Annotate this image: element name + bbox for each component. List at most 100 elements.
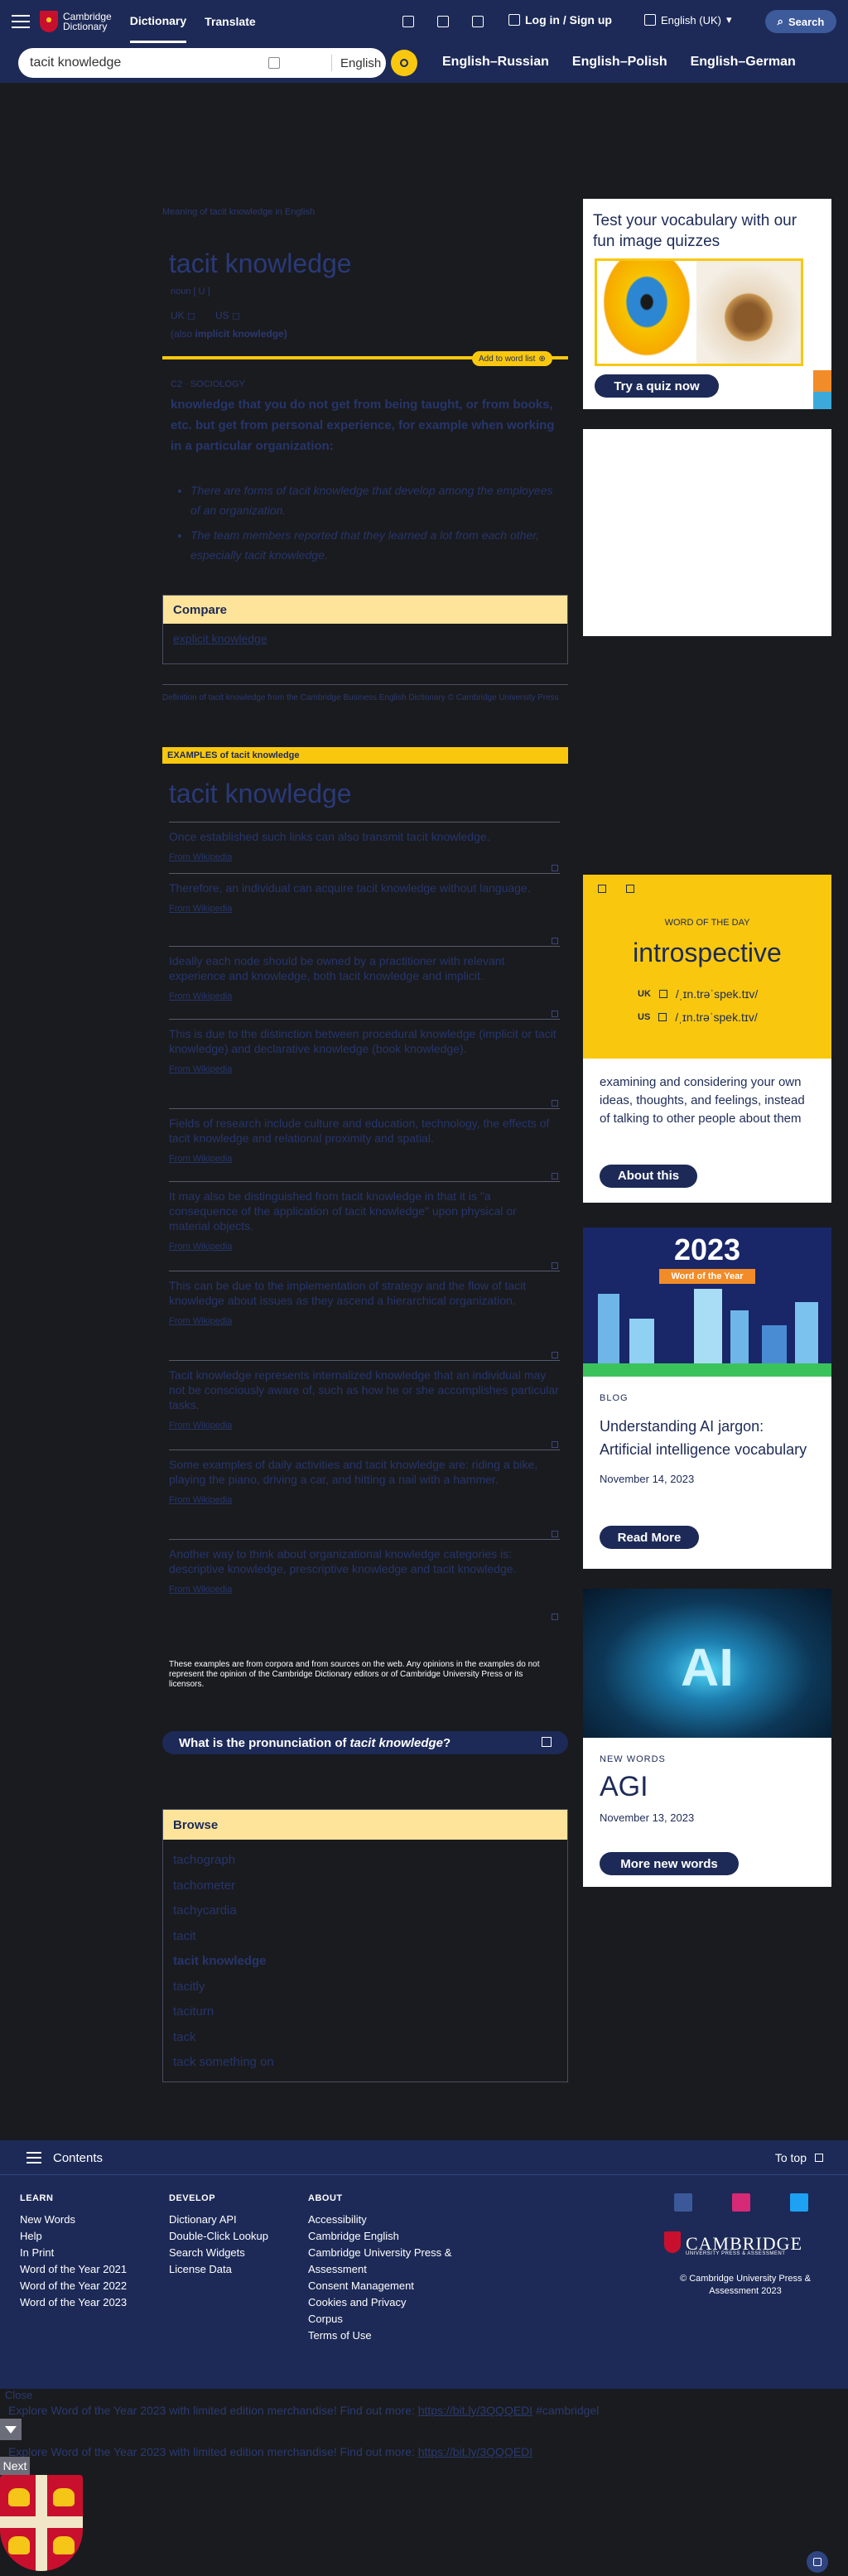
quiz-title: Test your vocabulary with our fun image … [593,212,797,250]
example-source-link[interactable]: From Wikipedia [169,1316,560,1326]
new-words-image-text: AI [681,1638,734,1697]
new-words-image[interactable]: AI [583,1589,831,1738]
promo-link[interactable]: https://bit.ly/3QQQEDI [418,2404,533,2417]
browse-item[interactable]: tacit knowledge [173,1949,557,1975]
grammar-icon[interactable] [402,16,414,27]
quick-link-english-russian[interactable]: English–Russian [442,55,549,70]
flag-icon[interactable] [552,1531,558,1537]
blog-title[interactable]: Understanding AI jargon: Artificial inte… [600,1415,815,1461]
collapse-button[interactable] [0,2419,22,2440]
footer-link[interactable]: License Data [169,2261,268,2278]
footer-link[interactable]: In Print [20,2245,127,2261]
uk-pron[interactable]: UK ◻ [171,310,195,321]
footer-link[interactable]: Cambridge English [308,2228,482,2245]
footer-link[interactable]: Double-Click Lookup [169,2228,268,2245]
example-source-link[interactable]: From Wikipedia [169,852,560,862]
also-word[interactable]: implicit knowledge) [195,328,287,340]
browse-item[interactable]: tachycardia [173,1898,557,1924]
search-input[interactable] [30,55,262,70]
footer-link[interactable]: Terms of Use [308,2328,482,2344]
quiz-card[interactable]: Test your vocabulary with our fun image … [583,199,831,409]
more-new-words-button[interactable]: More new words [600,1852,739,1875]
footer-link[interactable]: Word of the Year 2023 [20,2294,127,2311]
browse-item[interactable]: tack something on [173,2050,557,2076]
flag-icon[interactable] [552,1614,558,1620]
footer-link[interactable]: Cookies and Privacy [308,2294,482,2311]
pronunciation-link[interactable]: What is the pronunciation of tacit knowl… [162,1731,568,1754]
menu-icon[interactable] [26,2152,41,2164]
example-source-link[interactable]: From Wikipedia [169,1242,560,1252]
quick-link-english-german[interactable]: English–German [691,55,796,70]
browse-item[interactable]: tacitly [173,1975,557,2000]
login-link[interactable]: Log in / Sign up [508,13,612,27]
instagram-icon[interactable] [732,2193,750,2212]
example-source-link[interactable]: From Wikipedia [169,1421,560,1430]
footer-link[interactable]: Help [20,2228,127,2245]
flag-icon[interactable] [552,1262,558,1269]
footer-link[interactable]: Accessibility [308,2212,482,2228]
new-word[interactable]: AGI [600,1771,815,1803]
facebook-icon[interactable] [674,2193,692,2212]
flag-icon[interactable] [552,865,558,871]
flag-icon[interactable] [552,1100,558,1107]
next-button[interactable]: Next [0,2457,30,2475]
wotd-uk-pron[interactable]: UK /ˌɪn.trəˈspek.tɪv/ [638,987,758,1001]
cambridge-logo[interactable]: Cambridge Dictionary [40,11,112,32]
header-search-button[interactable]: ⌕ Search [765,10,836,33]
flag-icon[interactable] [552,1352,558,1358]
close-link[interactable]: Close [5,2389,32,2401]
footer-link[interactable]: Word of the Year 2021 [20,2261,127,2278]
browse-item[interactable]: tacit [173,1924,557,1950]
example-item: Fields of research include culture and e… [169,1108,560,1181]
footer-link[interactable]: Corpus [308,2311,482,2328]
plus-icon[interactable] [472,16,484,27]
example-source-link[interactable]: From Wikipedia [169,1495,560,1505]
footer-link[interactable]: New Words [20,2212,127,2228]
advertisement[interactable] [583,429,831,636]
to-top-link[interactable]: To top [775,2151,823,2164]
menu-icon[interactable] [12,15,30,28]
promo-link[interactable]: https://bit.ly/3QQQEDI [418,2445,533,2458]
browse-item[interactable]: tack [173,2025,557,2051]
language-selector[interactable]: English (UK) ▾ [644,13,732,27]
quick-link-english-polish[interactable]: English–Polish [572,55,667,70]
compare-link[interactable]: explicit knowledge [173,632,557,645]
flag-icon[interactable] [552,938,558,944]
flag-icon[interactable] [552,1011,558,1017]
browse-item[interactable]: tachograph [173,1848,557,1874]
flag-icon[interactable] [552,1441,558,1448]
example-source-link[interactable]: From Wikipedia [169,1064,560,1074]
contents-link[interactable]: Contents [53,2151,103,2165]
word-list-icon[interactable] [437,16,449,27]
wotd-word[interactable]: introspective [583,938,831,968]
footer-link[interactable]: Cambridge University Press & Assessment [308,2245,482,2278]
footer-link[interactable]: Search Widgets [169,2245,268,2261]
example-source-link[interactable]: From Wikipedia [169,1585,560,1594]
example-source-link[interactable]: From Wikipedia [169,1154,560,1164]
browse-item[interactable]: taciturn [173,2000,557,2025]
twitter-icon[interactable] [790,2193,808,2212]
keyboard-icon[interactable] [268,57,280,69]
flag-icon[interactable] [552,1173,558,1179]
quiz-image [595,258,803,366]
footer-link[interactable]: Dictionary API [169,2212,268,2228]
read-more-button[interactable]: Read More [600,1526,699,1549]
twitter-icon[interactable] [626,885,634,893]
example-source-link[interactable]: From Wikipedia [169,904,560,914]
blog-image[interactable]: 2023 Word of the Year [583,1228,831,1377]
example-source-link[interactable]: From Wikipedia [169,991,560,1001]
dictionary-select[interactable]: English ▾ [331,55,398,71]
about-this-button[interactable]: About this [600,1165,697,1188]
us-pron[interactable]: US ◻ [215,310,240,321]
facebook-icon[interactable] [598,885,606,893]
footer-link[interactable]: Word of the Year 2022 [20,2278,127,2294]
nav-translate[interactable]: Translate [205,0,255,43]
wotd-us-pron[interactable]: US /ˌɪn.trəˈspek.tɪv/ [638,1011,758,1024]
search-submit-button[interactable] [391,50,417,76]
add-to-word-list-button[interactable]: Add to word list ⊕ [472,351,552,366]
nav-dictionary[interactable]: Dictionary [129,0,187,43]
quiz-button[interactable]: Try a quiz now [595,374,719,398]
chat-button[interactable] [807,2551,828,2573]
browse-item[interactable]: tachometer [173,1874,557,1899]
footer-link[interactable]: Consent Management [308,2278,482,2294]
